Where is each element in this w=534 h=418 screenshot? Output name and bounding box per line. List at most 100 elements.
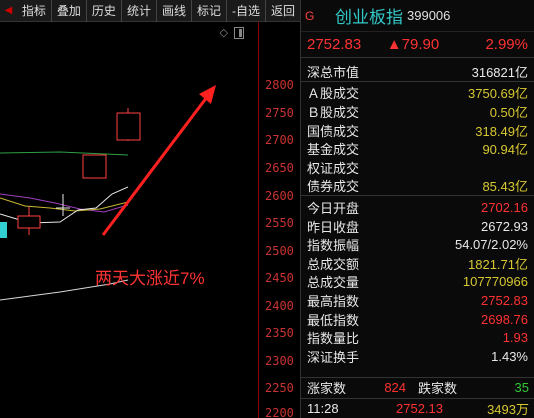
stat-row: 指数量比 1.93 [301, 328, 534, 347]
stat-row: Ａ股成交 3750.69亿 [301, 84, 534, 103]
price-axis-label: 2700 [265, 133, 294, 147]
chart-toolbar: ◀ 指标 叠加 历史 统计 画线 标记 -自选 返回 [0, 0, 300, 22]
toolbar-button-history[interactable]: 历史 [87, 0, 122, 22]
stat-row: 指数振幅 54.07/2.02% [301, 235, 534, 254]
stat-label: 最低指数 [307, 312, 360, 328]
stat-value: 2698.76 [481, 311, 528, 327]
stat-value: 85.43亿 [482, 179, 528, 195]
annotation-text: 两天大涨近7% [95, 269, 205, 288]
down-count-value: 35 [514, 380, 529, 395]
down-count-label: 跌家数 [418, 381, 458, 396]
ma-line-yellow [0, 197, 129, 212]
stat-value: 1.93 [502, 330, 528, 346]
stat-row: 基金成交 90.94亿 [301, 139, 534, 158]
stat-label: 债券成交 [307, 179, 360, 195]
price-axis-label: 2400 [265, 299, 294, 313]
price-axis-label: 2550 [265, 216, 294, 230]
stat-label: 昨日收盘 [307, 219, 360, 235]
stat-value: 2702.16 [481, 199, 528, 215]
kline-plot [0, 85, 216, 301]
stat-value: 0.50亿 [489, 104, 528, 120]
tick-time: 11:28 [307, 401, 339, 416]
tick-row: 11:28 2752.13 3493万 [301, 398, 534, 418]
price-axis-label: 2800 [265, 78, 294, 92]
stat-value: 1821.71亿 [468, 256, 528, 272]
toolbar-button-indicator[interactable]: 指标 [17, 0, 52, 22]
toolbar-button-back[interactable]: 返回 [266, 0, 300, 22]
price-axis-label: 2600 [265, 189, 294, 203]
stat-label: 今日开盘 [307, 200, 360, 216]
stat-value: 316821亿 [471, 64, 528, 80]
price-axis-label: 2350 [265, 326, 294, 340]
price-axis-label: 2650 [265, 161, 294, 175]
quote-header: G 创业板指 399006 [301, 0, 534, 32]
toolbar-button-statistics[interactable]: 统计 [122, 0, 157, 22]
stats-group-index: 今日开盘 2702.16 昨日收盘 2672.93 指数振幅 54.07/2.02% 总成交… [301, 195, 534, 365]
ma-line-green [0, 151, 129, 156]
stat-label: 基金成交 [307, 142, 360, 158]
price-axis: 2800 2750 2700 2650 2600 2550 2500 2450 … [258, 22, 300, 418]
stat-label: Ａ股成交 [307, 86, 360, 102]
annotation-arrow-head [199, 85, 216, 104]
stat-value: 1.43% [491, 348, 528, 364]
header-marker: G [305, 8, 315, 23]
up-count-value: 824 [384, 380, 407, 395]
up-count-label: 涨家数 [307, 381, 347, 396]
stat-value: 3750.69亿 [468, 86, 528, 102]
price-row: 2752.83 ▲79.90 2.99% [301, 32, 534, 58]
price-change-percent: 2.99% [485, 36, 528, 53]
index-code: 399006 [407, 8, 451, 23]
price-axis-label: 2200 [265, 406, 294, 418]
stat-row: 债券成交 85.43亿 [301, 177, 534, 196]
tick-price: 2752.13 [396, 401, 443, 416]
kline-chart-area[interactable]: ◀ 指标 叠加 历史 统计 画线 标记 -自选 返回 ◇ 两天大涨近7% 280… [0, 0, 300, 418]
stat-value: 90.94亿 [482, 142, 528, 158]
candle-red-2 [82, 154, 107, 179]
toolbar-button-mark[interactable]: 标记 [192, 0, 227, 22]
tick-volume: 3493万 [487, 402, 529, 417]
stat-row: 权证成交 [301, 158, 534, 177]
stat-label: 指数量比 [307, 331, 360, 347]
price-axis-label: 2500 [265, 244, 294, 258]
candle-cyan [0, 222, 7, 238]
stat-value: 2672.93 [481, 218, 528, 234]
toolbar-button-draw-line[interactable]: 画线 [157, 0, 192, 22]
stats-group-market-cap: 深总市值 316821亿 [301, 58, 534, 81]
stat-value: 107770966 [462, 274, 528, 290]
stat-row: 最高指数 2752.83 [301, 291, 534, 310]
stat-row: 深总市值 316821亿 [301, 62, 534, 81]
stat-label: 最高指数 [307, 293, 360, 309]
stat-row: 昨日收盘 2672.93 [301, 217, 534, 236]
last-price: 2752.83 [307, 36, 362, 53]
stat-label: 总成交量 [307, 275, 360, 291]
stat-row: 深证换手 1.43% [301, 347, 534, 366]
price-axis-label: 2250 [265, 381, 294, 395]
stat-row: 总成交量 107770966 [301, 273, 534, 292]
stat-label: 深总市值 [307, 64, 360, 80]
stat-label: 总成交额 [307, 256, 360, 272]
stat-value: 2752.83 [481, 292, 528, 308]
stats-group-turnover: Ａ股成交 3750.69亿 Ｂ股成交 0.50亿国债成交 318.49亿基金成交 90.9… [301, 80, 534, 196]
index-name[interactable]: 创业板指 [335, 3, 403, 28]
stat-row: 最低指数 2698.76 [301, 310, 534, 329]
stat-row: 总成交额 1821.71亿 [301, 254, 534, 273]
stat-value: 318.49亿 [475, 123, 528, 139]
candle-red-3 [116, 112, 141, 141]
stat-row: Ｂ股成交 0.50亿 [301, 102, 534, 121]
stat-row: 今日开盘 2702.16 [301, 198, 534, 217]
stat-label: 国债成交 [307, 123, 360, 139]
stat-label: 权证成交 [307, 160, 360, 176]
price-axis-label: 2300 [265, 354, 294, 368]
price-axis-label: 2450 [265, 271, 294, 285]
stat-label: 深证换手 [307, 349, 360, 365]
toolbar-button-watchlist[interactable]: -自选 [227, 0, 266, 22]
price-change: ▲79.90 [386, 36, 440, 53]
stat-label: 指数振幅 [307, 238, 360, 254]
quote-panel: G 创业板指 399006 2752.83 ▲79.90 2.99% 深总市值 3… [300, 0, 534, 418]
breadth-row: 涨家数 824 跌家数 35 [301, 377, 534, 397]
stat-value: 54.07/2.02% [454, 237, 528, 253]
toolbar-button-overlay[interactable]: 叠加 [52, 0, 87, 22]
caret-left-icon[interactable]: ◀ [0, 0, 17, 22]
price-axis-label: 2750 [265, 106, 294, 120]
stat-label: Ｂ股成交 [307, 104, 360, 120]
